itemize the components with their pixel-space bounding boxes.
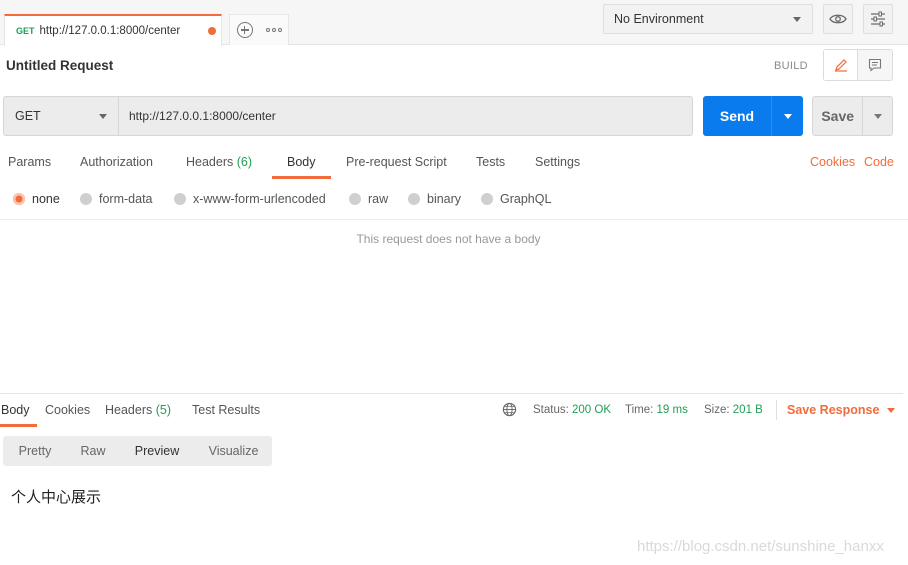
edit-mode-button[interactable] xyxy=(824,50,858,80)
chevron-down-icon xyxy=(783,113,792,119)
response-tab-headers[interactable]: Headers (5) xyxy=(105,403,171,417)
radio-icon xyxy=(174,193,186,205)
tab-headers[interactable]: Headers (6) xyxy=(186,155,252,169)
chevron-down-icon xyxy=(99,114,107,119)
request-title[interactable]: Untitled Request xyxy=(6,58,113,73)
save-button-group: Save xyxy=(812,96,893,136)
time-value: 19 ms xyxy=(656,404,688,416)
environment-quick-look-button[interactable] xyxy=(823,4,853,34)
radio-binary[interactable]: binary xyxy=(408,192,461,206)
radio-raw[interactable]: raw xyxy=(349,192,388,206)
mode-toggle xyxy=(823,49,893,81)
send-options-button[interactable] xyxy=(771,96,803,136)
chevron-down-icon xyxy=(887,407,896,413)
view-pretty[interactable]: Pretty xyxy=(3,436,67,466)
empty-body-message: This request does not have a body xyxy=(356,232,541,246)
view-visualize[interactable]: Visualize xyxy=(195,436,272,466)
radio-x-www-form-urlencoded[interactable]: x-www-form-urlencoded xyxy=(174,192,326,206)
http-method-label: GET xyxy=(15,109,41,123)
environment-selected-label: No Environment xyxy=(614,12,704,26)
postman-window: GET http://127.0.0.1:8000/center No Envi… xyxy=(0,0,908,565)
response-time[interactable]: Time: 19 ms xyxy=(625,404,688,416)
watermark: https://blog.csdn.net/sunshine_hanxx xyxy=(637,538,884,555)
response-status[interactable]: Status: 200 OK xyxy=(533,404,611,416)
environment-select[interactable]: No Environment xyxy=(603,4,813,34)
code-link[interactable]: Code xyxy=(864,155,894,169)
tab-body[interactable]: Body xyxy=(287,155,316,169)
save-options-button[interactable] xyxy=(862,97,892,135)
request-tab-url: http://127.0.0.1:8000/center xyxy=(39,25,181,37)
response-tab-body[interactable]: Body xyxy=(1,403,30,417)
eye-icon xyxy=(829,14,847,24)
build-mode-label: BUILD xyxy=(774,60,808,72)
tab-settings[interactable]: Settings xyxy=(535,155,580,169)
response-tab-test-results[interactable]: Test Results xyxy=(192,403,260,417)
radio-icon xyxy=(349,193,361,205)
plus-circle-icon xyxy=(236,22,253,38)
send-button[interactable]: Send xyxy=(703,96,771,136)
divider xyxy=(776,400,777,420)
tab-authorization[interactable]: Authorization xyxy=(80,155,153,169)
globe-icon[interactable] xyxy=(502,402,517,417)
tab-params[interactable]: Params xyxy=(8,155,51,169)
body-type-radios: none form-data x-www-form-urlencoded raw… xyxy=(0,188,908,212)
radio-none[interactable]: none xyxy=(13,192,60,206)
request-tab[interactable]: GET http://127.0.0.1:8000/center xyxy=(4,14,222,46)
response-preview-text: 个人中心展示 xyxy=(11,488,102,506)
response-tab-cookies[interactable]: Cookies xyxy=(45,403,90,417)
request-tabs: Params Authorization Headers (6) Body Pr… xyxy=(0,146,908,180)
sliders-icon xyxy=(871,11,885,27)
radio-icon xyxy=(481,193,493,205)
response-headers-count: (5) xyxy=(155,403,172,417)
radio-form-data[interactable]: form-data xyxy=(80,192,153,206)
send-button-group: Send xyxy=(703,96,803,136)
save-response-button[interactable]: Save Response xyxy=(787,403,896,417)
tab-actions xyxy=(229,14,289,45)
tab-options-button[interactable] xyxy=(259,15,288,45)
divider xyxy=(0,219,908,220)
response-tabs: Body Cookies Headers (5) Test Results St… xyxy=(0,394,908,427)
radio-icon xyxy=(408,193,420,205)
comment-icon xyxy=(868,58,882,72)
radio-graphql[interactable]: GraphQL xyxy=(481,192,551,206)
chevron-down-icon xyxy=(793,17,801,22)
size-value: 201 B xyxy=(732,404,763,416)
active-response-tab-indicator xyxy=(0,424,37,427)
request-title-row: Untitled Request BUILD xyxy=(0,46,908,88)
radio-icon xyxy=(80,193,92,205)
status-value: 200 OK xyxy=(572,404,612,416)
response-size[interactable]: Size: 201 B xyxy=(704,404,763,416)
pencil-icon xyxy=(834,59,847,72)
active-tab-indicator xyxy=(272,176,331,179)
manage-environments-button[interactable] xyxy=(863,4,893,34)
save-button[interactable]: Save xyxy=(813,97,862,135)
view-preview[interactable]: Preview xyxy=(119,436,195,466)
new-tab-button[interactable] xyxy=(230,15,259,45)
request-tab-method: GET xyxy=(16,26,35,36)
radio-selected-icon xyxy=(13,193,25,205)
tab-tests[interactable]: Tests xyxy=(476,155,505,169)
view-raw[interactable]: Raw xyxy=(67,436,119,466)
response-view-modes: Pretty Raw Preview Visualize xyxy=(3,436,272,466)
comments-button[interactable] xyxy=(858,50,892,80)
tab-pre-request-script[interactable]: Pre-request Script xyxy=(346,155,447,169)
more-dots-icon xyxy=(265,28,282,32)
tab-bar: GET http://127.0.0.1:8000/center No Envi… xyxy=(0,0,908,46)
chevron-down-icon xyxy=(873,113,882,119)
cookies-link[interactable]: Cookies xyxy=(810,155,855,169)
url-input[interactable] xyxy=(118,96,693,136)
http-method-select[interactable]: GET xyxy=(3,96,119,136)
unsaved-dot-icon xyxy=(208,27,216,35)
headers-count: (6) xyxy=(236,155,253,169)
